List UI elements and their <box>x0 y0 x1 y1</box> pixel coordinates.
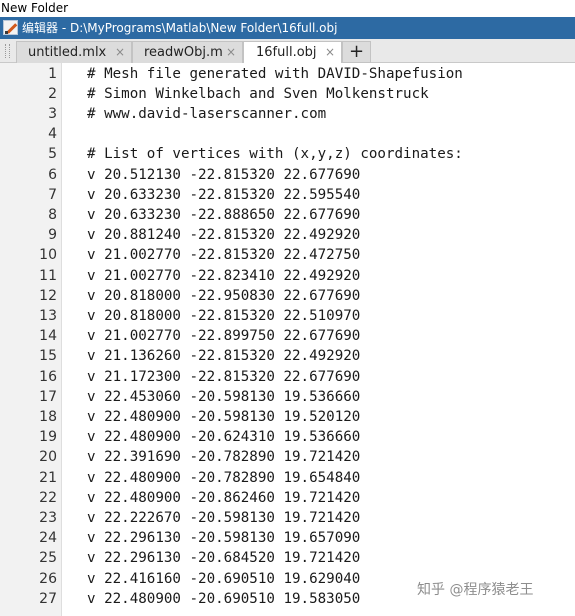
line-number: 27 <box>39 590 57 607</box>
code-line[interactable]: v 22.480900 -20.862460 19.721420 <box>87 488 360 508</box>
close-icon[interactable]: × <box>115 42 125 63</box>
code-line[interactable]: v 20.818000 -22.815320 22.510970 <box>87 306 360 326</box>
line-number: 5 <box>48 146 57 163</box>
tab-readwobj-m[interactable]: readwObj.m × <box>132 41 243 63</box>
code-line[interactable]: # Mesh file generated with DAVID-Shapefu… <box>87 64 463 84</box>
line-number: 14 <box>39 328 57 345</box>
code-line[interactable]: v 20.633230 -22.815320 22.595540 <box>87 185 360 205</box>
close-icon[interactable]: × <box>325 42 335 63</box>
line-number: 3 <box>48 105 57 122</box>
watermark: 知乎 @程序猿老王 <box>417 582 534 598</box>
line-number: 8 <box>48 206 57 223</box>
line-number: 24 <box>39 530 57 547</box>
code-line[interactable]: v 22.480900 -20.690510 19.583050 <box>87 589 360 609</box>
code-line[interactable]: v 21.002770 -22.899750 22.677690 <box>87 326 360 346</box>
code-line[interactable]: v 22.480900 -20.624310 19.536660 <box>87 427 360 447</box>
tab-label: untitled.mlx <box>28 45 107 60</box>
line-number: 16 <box>39 368 57 385</box>
line-number: 10 <box>39 247 57 264</box>
code-line[interactable]: v 20.881240 -22.815320 22.492920 <box>87 225 360 245</box>
line-number: 6 <box>48 166 57 183</box>
code-line[interactable]: v 21.136260 -22.815320 22.492920 <box>87 346 360 366</box>
tab-label: 16full.obj <box>256 45 317 60</box>
tab-bar-grip-handle[interactable] <box>5 44 10 58</box>
line-number: 19 <box>39 429 57 446</box>
code-line[interactable]: v 22.480900 -20.782890 19.654840 <box>87 468 360 488</box>
code-line[interactable]: v 20.633230 -22.888650 22.677690 <box>87 205 360 225</box>
code-line[interactable]: v 21.172300 -22.815320 22.677690 <box>87 367 360 387</box>
code-line[interactable]: v 21.002770 -22.823410 22.492920 <box>87 266 360 286</box>
line-number: 21 <box>39 469 57 486</box>
line-number: 26 <box>39 570 57 587</box>
code-line[interactable]: v 22.296130 -20.598130 19.657090 <box>87 528 360 548</box>
code-line[interactable]: v 22.296130 -20.684520 19.721420 <box>87 548 360 568</box>
line-number: 25 <box>39 550 57 567</box>
code-line[interactable]: # Simon Winkelbach and Sven Molkenstruck <box>87 84 429 104</box>
code-line[interactable]: v 22.222670 -20.598130 19.721420 <box>87 508 360 528</box>
code-line[interactable]: v 20.512130 -22.815320 22.677690 <box>87 165 360 185</box>
line-number: 9 <box>48 227 57 244</box>
line-number: 18 <box>39 408 57 425</box>
code-line[interactable]: v 22.453060 -20.598130 19.536660 <box>87 387 360 407</box>
code-line[interactable]: v 22.416160 -20.690510 19.629040 <box>87 569 360 589</box>
code-line[interactable]: v 22.391690 -20.782890 19.721420 <box>87 447 360 467</box>
code-line[interactable]: # www.david-laserscanner.com <box>87 104 326 124</box>
line-number: 11 <box>39 267 57 284</box>
code-line[interactable]: v 20.818000 -22.950830 22.677690 <box>87 286 360 306</box>
line-number: 23 <box>39 509 57 526</box>
line-number: 1 <box>48 65 57 82</box>
line-number: 7 <box>48 186 57 203</box>
window-caption-fragment: New Folder <box>0 0 575 17</box>
code-line[interactable]: v 21.002770 -22.815320 22.472750 <box>87 245 360 265</box>
code-editor[interactable]: 1 2 3 4 5 6 7 8 9 10 11 12 13 14 15 16 17 18 19 20 21 22 23 24 2… <box>0 63 575 616</box>
line-number: 13 <box>39 307 57 324</box>
line-number: 2 <box>48 85 57 102</box>
line-number: 17 <box>39 388 57 405</box>
tab-untitled-mlx[interactable]: untitled.mlx × <box>16 41 132 63</box>
line-number: 12 <box>39 287 57 304</box>
new-tab-button[interactable]: + <box>342 41 371 63</box>
line-number: 20 <box>39 449 57 466</box>
code-line[interactable]: # List of vertices with (x,y,z) coordina… <box>87 144 463 164</box>
document-tab-bar: untitled.mlx × readwObj.m × 16full.obj ×… <box>0 39 575 64</box>
tab-16full-obj[interactable]: 16full.obj × <box>243 41 342 64</box>
line-number-gutter: 1 2 3 4 5 6 7 8 9 10 11 12 13 14 15 16 17 18 19 20 21 22 23 24 2… <box>0 63 62 616</box>
tab-label: readwObj.m <box>144 45 223 60</box>
close-icon[interactable]: × <box>226 42 236 63</box>
code-line[interactable]: v 22.480900 -20.598130 19.520120 <box>87 407 360 427</box>
editor-app-icon <box>3 20 18 35</box>
window-title: 编辑器 - D:\MyPrograms\Matlab\New Folder\16… <box>22 21 338 35</box>
line-number: 15 <box>39 348 57 365</box>
editor-title-bar[interactable]: 编辑器 - D:\MyPrograms\Matlab\New Folder\16… <box>0 17 575 39</box>
line-number: 22 <box>39 489 57 506</box>
line-number: 4 <box>48 126 57 143</box>
